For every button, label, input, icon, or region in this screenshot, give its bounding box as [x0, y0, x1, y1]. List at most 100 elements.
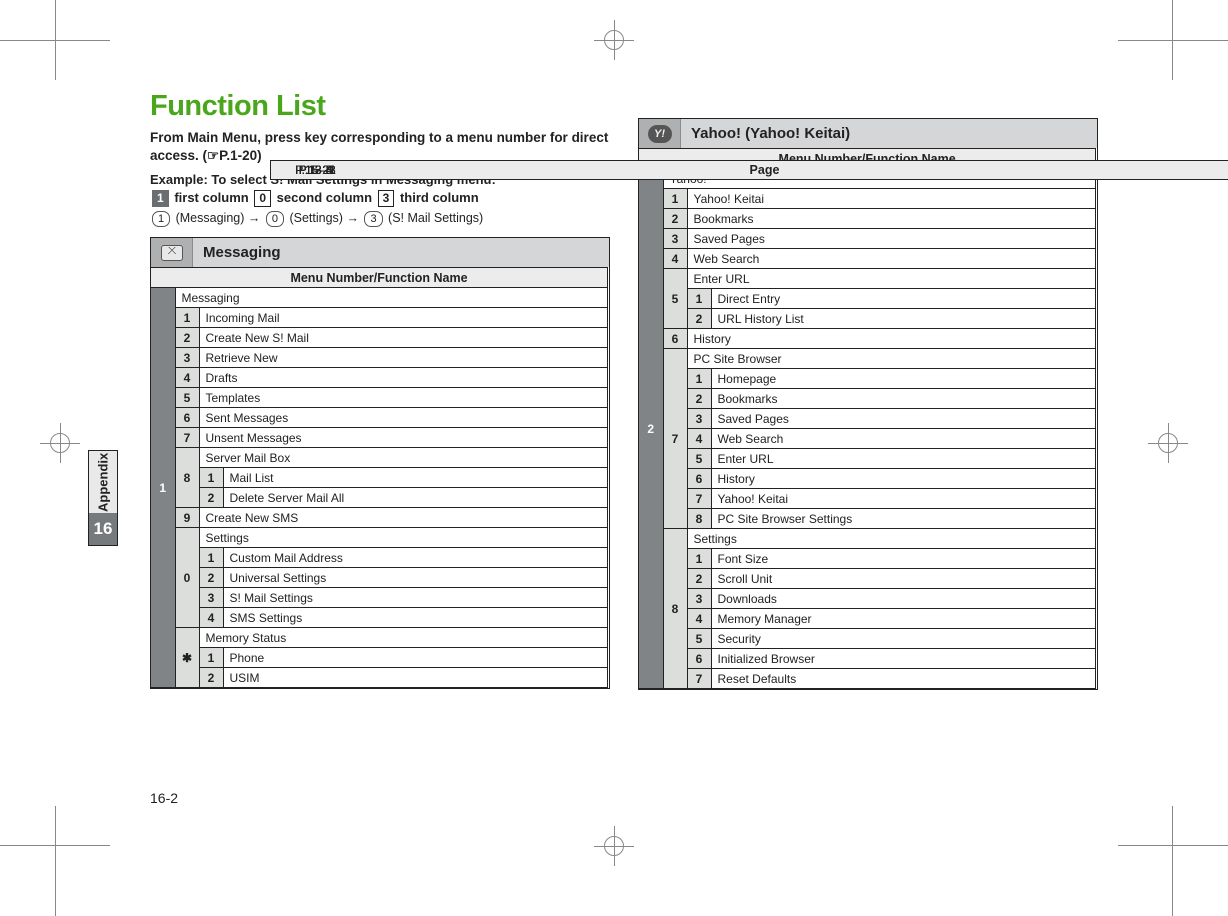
row-num-l2: 4: [687, 429, 711, 449]
flow-key-3: 3: [364, 211, 382, 227]
flow-label-2: (Settings): [289, 211, 343, 225]
row-num-l2: 5: [687, 449, 711, 469]
yahoo-row: 7Yahoo! KeitaiP.13-3: [639, 489, 1097, 509]
yahoo-row: 5Enter URL–: [639, 269, 1097, 289]
row-num-l2: 3: [687, 409, 711, 429]
row-name: Memory Status: [199, 628, 607, 648]
page-title: Function List: [150, 90, 610, 123]
row-name: URL History List: [711, 309, 1096, 329]
row-num-l1: 4: [175, 368, 199, 388]
row-name: Yahoo! Keitai: [687, 189, 1096, 209]
key-line: 1 first column 0 second column 3 third c…: [150, 190, 610, 207]
row-num-l2: 2: [687, 389, 711, 409]
row-num-l1: 5: [663, 269, 687, 329]
row-name: Phone: [223, 648, 607, 668]
row-name: Delete Server Mail All: [223, 488, 607, 508]
row-name: Reset Defaults: [711, 669, 1096, 689]
yahoo-row: 1HomepageP.13-5: [639, 369, 1097, 389]
mail-icon: [161, 245, 183, 261]
messaging-header-row: Menu Number/Function Name Page: [151, 268, 609, 288]
row-num-l1: 9: [175, 508, 199, 528]
row-num-l1: 0: [175, 528, 199, 628]
row-num-l1: 1: [175, 308, 199, 328]
yahoo-row: 2Scroll UnitP.15-21: [639, 569, 1097, 589]
row-num-l2: 1: [687, 289, 711, 309]
yahoo-row: 2URL History ListP.13-4: [639, 309, 1097, 329]
messaging-row: 1Custom Mail AddressP.12-3: [151, 548, 609, 568]
flow-arrow-1: →: [248, 211, 261, 225]
messaging-row: 2Create New S! MailP.12-4: [151, 328, 609, 348]
yahoo-head: Y! Yahoo! (Yahoo! Keitai): [639, 119, 1097, 148]
yahoo-icon: Y!: [648, 125, 672, 143]
row-num-l1: 8: [663, 529, 687, 689]
row-name: Web Search: [711, 429, 1096, 449]
row-name: SMS Settings: [223, 608, 607, 628]
row-num-l2: 2: [687, 569, 711, 589]
row-name: Enter URL: [687, 269, 1096, 289]
yahoo-row: 8PC Site Browser SettingsP.15-21: [639, 509, 1097, 529]
row-name: History: [711, 469, 1096, 489]
row-num-l2: 3: [199, 588, 223, 608]
row-num-l2: 2: [199, 488, 223, 508]
intro-span: From Main Menu, press key corresponding …: [150, 130, 608, 163]
row-name: Mail List: [223, 468, 607, 488]
row-name: Server Mail Box: [199, 448, 607, 468]
row-num-l1: 2: [175, 328, 199, 348]
yahoo-row: 4Web SearchP.13-3: [639, 249, 1097, 269]
row-name: PC Site Browser Settings: [711, 509, 1096, 529]
yahoo-header-row: Menu Number/Function Name Page: [639, 149, 1097, 169]
row-name: Drafts: [199, 368, 607, 388]
messaging-row: 2USIMP.12-3: [151, 668, 609, 688]
yahoo-title: Yahoo! (Yahoo! Keitai): [681, 119, 1097, 148]
key-3: 3: [378, 190, 395, 207]
yahoo-row: 1Direct EntryP.13-4: [639, 289, 1097, 309]
row-num-l2: 7: [687, 669, 711, 689]
key-2: 0: [254, 190, 271, 207]
yahoo-row: 1Font SizeP.15-21: [639, 549, 1097, 569]
row-num-l0: 1: [151, 288, 175, 688]
yahoo-row: 2BookmarksP.13-8: [639, 389, 1097, 409]
header-page-y: Page: [638, 160, 1098, 180]
row-num-l2: 1: [687, 549, 711, 569]
messaging-box: Messaging Menu Number/Function Name Page…: [150, 237, 610, 689]
row-name: Settings: [687, 529, 1096, 549]
messaging-table: Menu Number/Function Name Page 1Messagin…: [151, 267, 609, 688]
row-name: Saved Pages: [711, 409, 1096, 429]
yahoo-row: 5Enter URLP.13-5: [639, 449, 1097, 469]
chapter-tab: Appendix 16: [88, 450, 118, 546]
row-name: Bookmarks: [711, 389, 1096, 409]
yahoo-row: 3DownloadsP.15-21: [639, 589, 1097, 609]
row-num-l2: 1: [199, 548, 223, 568]
row-name: Custom Mail Address: [223, 548, 607, 568]
row-num-l1: 5: [175, 388, 199, 408]
flow-arrow-2: →: [346, 211, 359, 225]
mail-icon-cell: [151, 238, 193, 267]
row-name: Create New SMS: [199, 508, 607, 528]
row-name: Memory Manager: [711, 609, 1096, 629]
messaging-row: 2Delete Server Mail AllP.12-18: [151, 488, 609, 508]
row-name: Universal Settings: [223, 568, 607, 588]
row-num-l1: ✱: [175, 628, 199, 688]
row-num-l1: 1: [663, 189, 687, 209]
row-num-l2: 4: [199, 608, 223, 628]
yahoo-row: 6Initialized BrowserP.15-23: [639, 649, 1097, 669]
row-name: Security: [711, 629, 1096, 649]
row-name: Settings: [199, 528, 607, 548]
messaging-row: 4SMS SettingsP.15-21: [151, 608, 609, 628]
chapter-tab-number: 16: [89, 513, 117, 545]
row-name: Enter URL: [711, 449, 1096, 469]
row-name: Web Search: [687, 249, 1096, 269]
row-num-l2: 2: [687, 309, 711, 329]
row-name: Sent Messages: [199, 408, 607, 428]
row-num-l2: 5: [687, 629, 711, 649]
key-1: 1: [152, 190, 169, 207]
messaging-row: 5TemplatesP.12-6: [151, 388, 609, 408]
yahoo-row: 3Saved PagesP.13-8: [639, 229, 1097, 249]
row-num-l2: 6: [687, 469, 711, 489]
row-num-l2: 7: [687, 489, 711, 509]
yahoo-row: 6HistoryP.13-5: [639, 469, 1097, 489]
row-name: History: [687, 329, 1096, 349]
yahoo-row: 7Reset DefaultsP.15-23: [639, 669, 1097, 689]
flow-key-1: 1: [152, 211, 170, 227]
row-num-l1: 6: [663, 329, 687, 349]
